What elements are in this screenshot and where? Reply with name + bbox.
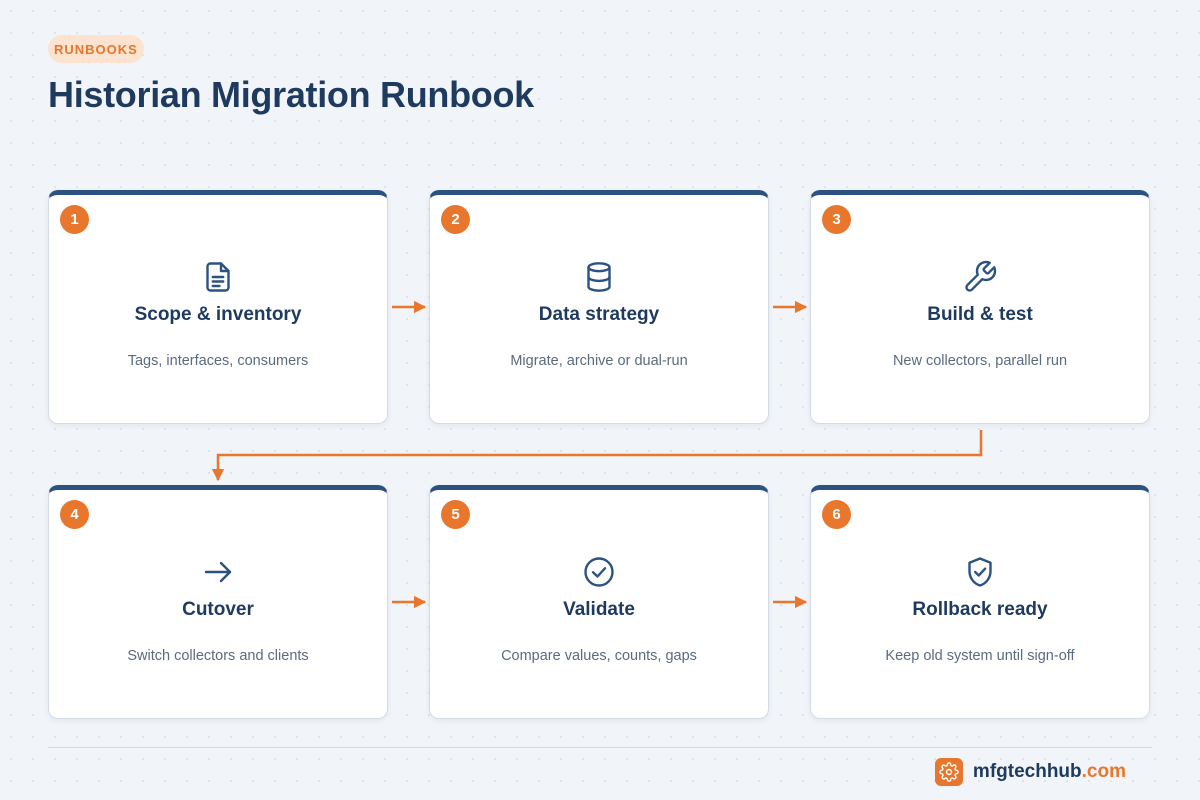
arrow-right-icon [200,554,236,590]
brand-name-main: mfgtechhub [972,761,1082,782]
page-title: Historian Migration Runbook [48,74,534,115]
step-title: Validate [563,599,635,620]
connector-arrow-3-4 [211,430,983,482]
step-description: Keep old system until sign-off [885,648,1075,664]
footer-divider [48,747,1152,748]
step-title: Build & test [927,304,1033,325]
step-description: New collectors, parallel run [892,353,1068,369]
step-card-6: 6 Rollback ready Keep old system until s… [810,485,1150,719]
step-title: Cutover [182,599,254,620]
step-number-badge: 4 [60,500,89,529]
document-icon [200,259,236,295]
category-badge: RUNBOOKS [48,35,144,63]
step-card-3: 3 Build & test New collectors, parallel … [810,190,1150,424]
wrench-icon [962,259,998,295]
step-title: Data strategy [538,304,660,325]
step-title: Rollback ready [912,599,1048,620]
shield-check-icon [962,554,998,590]
brand-name: mfgtechhub.com [973,761,1126,783]
step-number-badge: 2 [441,205,470,234]
step-number-badge: 3 [822,205,851,234]
footer-brand: mfgtechhub.com [934,758,1126,786]
step-number-badge: 1 [60,205,89,234]
check-circle-icon [581,554,617,590]
database-icon [581,259,617,295]
step-card-2: 2 Data strategy Migrate, archive or dual… [429,190,769,424]
step-description: Switch collectors and clients [127,648,309,664]
step-number-badge: 6 [822,500,851,529]
step-card-4: 4 Cutover Switch collectors and clients [48,485,388,719]
step-title: Scope & inventory [134,304,302,325]
step-description: Tags, interfaces, consumers [127,353,309,369]
step-description: Migrate, archive or dual-run [510,353,688,369]
step-card-5: 5 Validate Compare values, counts, gaps [429,485,769,719]
step-card-1: 1 Scope & inventory Tags, interfaces, co… [48,190,388,424]
gear-icon [934,758,963,786]
brand-name-tld: .com [1081,761,1126,782]
step-number-badge: 5 [441,500,470,529]
step-description: Compare values, counts, gaps [501,648,697,664]
